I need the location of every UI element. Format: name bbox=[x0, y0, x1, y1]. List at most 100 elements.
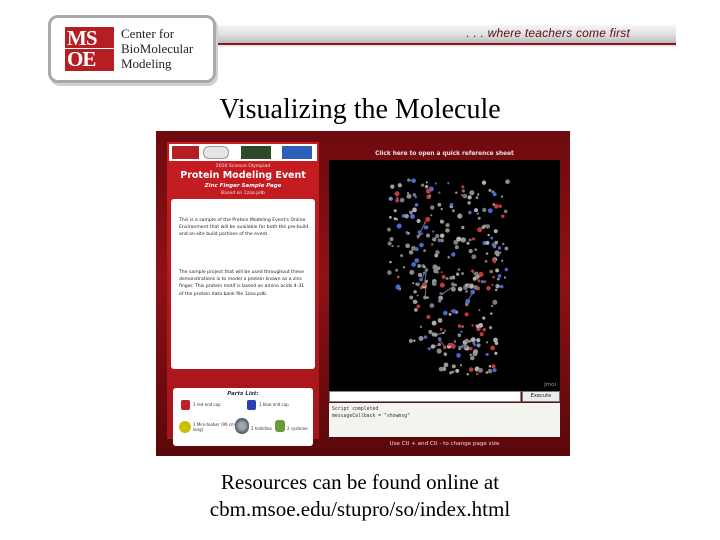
logo-line-1: Center for bbox=[121, 26, 175, 41]
atom-ball bbox=[490, 236, 494, 240]
quick-reference-link[interactable]: Click here to open a quick reference she… bbox=[329, 151, 560, 157]
protein-modeling-screenshot: 2010 Science Olympiad Protein Modeling E… bbox=[156, 131, 570, 456]
atom-ball bbox=[493, 260, 496, 264]
atom-ball bbox=[493, 203, 499, 209]
atom-ball bbox=[422, 282, 426, 287]
atom-ball bbox=[393, 209, 397, 213]
atom-ball bbox=[406, 192, 409, 195]
atom-ball bbox=[477, 367, 483, 373]
atom-ball bbox=[423, 295, 427, 300]
atom-ball bbox=[396, 196, 399, 199]
atom-ball bbox=[464, 338, 469, 343]
atom-ball bbox=[445, 223, 450, 228]
atom-ball bbox=[492, 368, 497, 373]
atom-ball bbox=[468, 210, 472, 215]
atom-ball bbox=[460, 237, 466, 243]
atom-ball bbox=[408, 338, 413, 343]
atom-ball bbox=[409, 269, 415, 275]
atom-ball bbox=[470, 337, 476, 343]
atom-ball bbox=[414, 203, 419, 207]
atom-ball bbox=[437, 337, 442, 341]
atom-ball bbox=[477, 227, 483, 233]
atom-ball bbox=[395, 268, 399, 272]
atom-ball bbox=[437, 318, 443, 323]
atom-ball bbox=[491, 283, 494, 286]
atom-ball bbox=[468, 238, 472, 242]
atom-ball bbox=[477, 216, 481, 220]
atom-ball bbox=[445, 277, 449, 280]
atom-ball bbox=[447, 256, 450, 259]
atom-ball bbox=[487, 368, 493, 374]
atom-ball bbox=[426, 314, 431, 319]
atom-ball bbox=[485, 240, 490, 245]
atom-ball bbox=[492, 275, 495, 279]
atom-ball bbox=[451, 282, 454, 285]
atom-ball bbox=[428, 194, 432, 198]
atom-ball bbox=[396, 275, 400, 279]
atom-ball bbox=[495, 268, 500, 273]
atom-ball bbox=[435, 250, 440, 255]
atom-ball bbox=[464, 283, 468, 287]
resources-url[interactable]: cbm.msoe.edu/stupro/so/index.html bbox=[0, 497, 720, 522]
atom-ball bbox=[450, 343, 456, 349]
atom-ball bbox=[456, 353, 461, 358]
slide-title: Visualizing the Molecule bbox=[219, 94, 501, 125]
logo-mark-ms: MS bbox=[67, 26, 97, 50]
atom-ball bbox=[471, 269, 474, 273]
atom-ball bbox=[389, 237, 394, 242]
atom-ball bbox=[465, 290, 468, 293]
atom-ball bbox=[412, 299, 418, 305]
atom-ball bbox=[455, 272, 460, 276]
atom-ball bbox=[397, 183, 403, 188]
atom-ball bbox=[418, 336, 424, 341]
atom-ball bbox=[497, 274, 502, 278]
logo-mark-oe: OE bbox=[67, 47, 96, 71]
atom-ball bbox=[501, 259, 504, 262]
atom-ball bbox=[399, 197, 405, 203]
atom-ball bbox=[409, 210, 413, 215]
atom-ball bbox=[493, 245, 497, 249]
atom-ball bbox=[470, 355, 475, 361]
atom-ball bbox=[487, 208, 493, 214]
atom-ball bbox=[463, 344, 468, 349]
atom-ball bbox=[488, 326, 493, 330]
atom-ball bbox=[505, 179, 510, 185]
atom-ball bbox=[412, 207, 417, 213]
parts-list: Parts List: 1 red end cap 1 blue end cap… bbox=[173, 388, 313, 446]
execute-button[interactable]: Execute bbox=[522, 391, 560, 402]
jmol-viewer[interactable]: Jmol bbox=[329, 160, 560, 391]
atom-ball bbox=[471, 324, 474, 327]
atom-ball bbox=[417, 264, 422, 268]
atom-ball bbox=[501, 214, 505, 219]
molecule-structure bbox=[387, 178, 510, 376]
script-command-input[interactable] bbox=[329, 391, 521, 402]
atom-ball bbox=[492, 299, 498, 305]
atom-ball bbox=[419, 242, 424, 248]
atom-ball bbox=[495, 252, 500, 257]
atom-ball bbox=[430, 243, 434, 246]
atom-ball bbox=[402, 266, 406, 269]
atom-ball bbox=[443, 352, 448, 356]
atom-ball bbox=[471, 254, 477, 260]
atom-ball bbox=[416, 218, 421, 224]
atom-ball bbox=[432, 264, 438, 270]
atom-ball bbox=[451, 209, 455, 213]
sample-page-title: Zinc Finger Sample Page bbox=[204, 183, 282, 189]
atom-ball bbox=[488, 365, 492, 368]
atom-ball bbox=[485, 341, 489, 344]
atom-ball bbox=[475, 372, 479, 376]
atom-ball bbox=[429, 303, 435, 309]
cbm-logo: MS OE Center for BioMolecular Modeling bbox=[48, 15, 216, 83]
atom-ball bbox=[467, 201, 471, 205]
atom-ball bbox=[431, 332, 436, 337]
atom-ball bbox=[482, 207, 487, 213]
atom-ball bbox=[457, 333, 462, 337]
atom-ball bbox=[405, 243, 410, 249]
script-console: Script completed messageCallback = "show… bbox=[329, 403, 560, 437]
atom-ball bbox=[439, 233, 445, 238]
atom-ball bbox=[457, 213, 463, 219]
atom-ball bbox=[396, 223, 402, 229]
life-logo bbox=[282, 146, 312, 159]
atom-ball bbox=[485, 352, 489, 357]
atom-ball bbox=[448, 342, 452, 346]
